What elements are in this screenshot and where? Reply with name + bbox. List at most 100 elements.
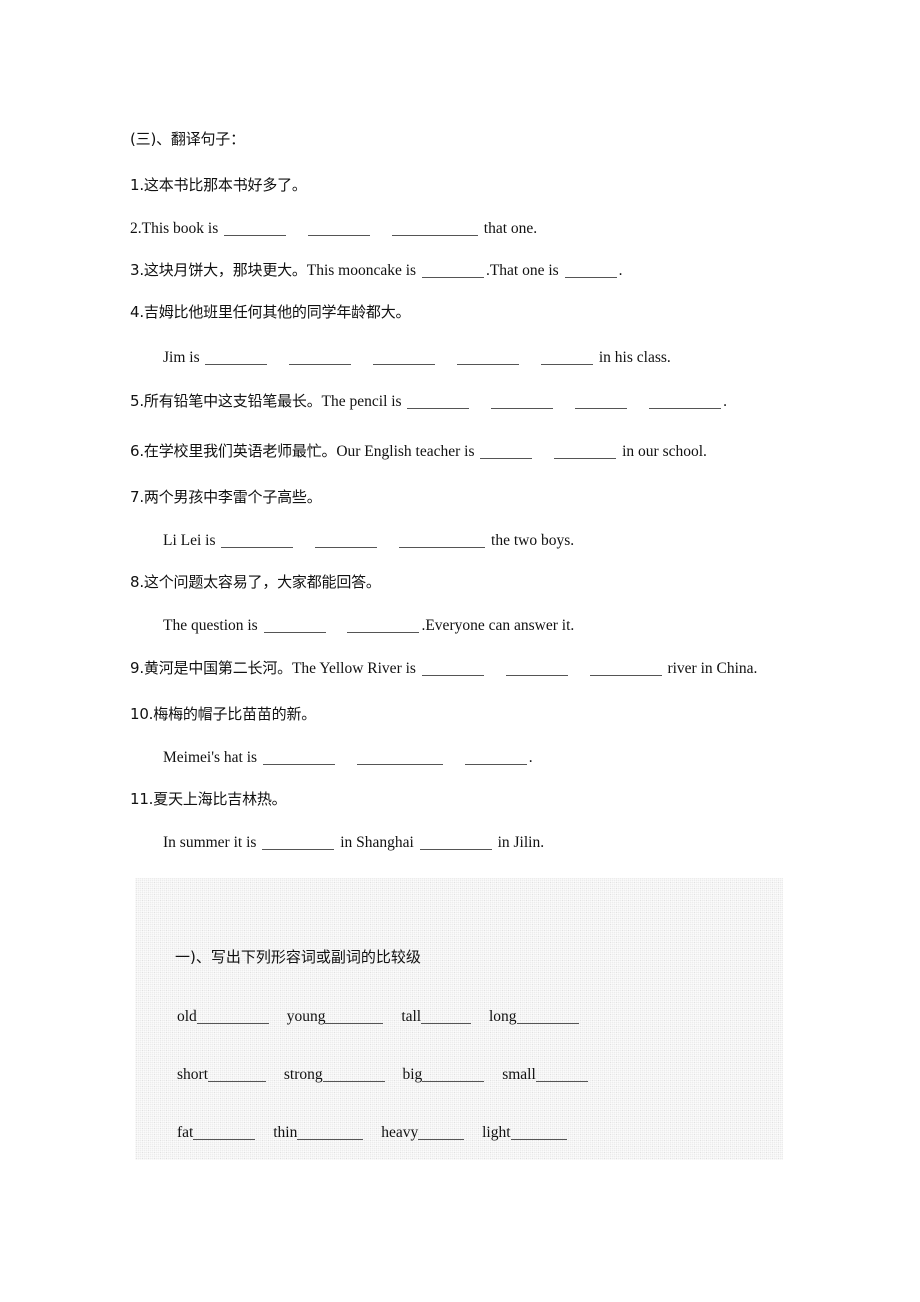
question-9-number: 9. <box>130 658 144 677</box>
question-7-text: 两个男孩中李雷个子高些。 <box>143 488 322 506</box>
blank-field[interactable] <box>575 393 628 409</box>
blank-field[interactable] <box>516 1008 579 1024</box>
blank-field[interactable] <box>464 749 527 765</box>
blank-field[interactable] <box>418 1124 465 1140</box>
question-8-chinese: 8.这个问题太容易了，大家都能回答。 <box>130 575 381 590</box>
blank-field[interactable] <box>221 532 294 548</box>
blank-field[interactable] <box>649 393 722 409</box>
word-label: big <box>402 1066 423 1083</box>
blank-field[interactable] <box>419 834 492 850</box>
blank-field[interactable] <box>263 617 326 633</box>
blank-field[interactable] <box>356 749 443 765</box>
blank-field[interactable] <box>391 220 478 236</box>
question-3-suffix: . <box>618 261 623 279</box>
question-6-chinese: 在学校里我们英语老师最忙。 <box>143 441 337 460</box>
word-label: young <box>286 1008 326 1025</box>
question-8-prefix: The question is <box>163 616 258 634</box>
blank-field[interactable] <box>564 262 617 278</box>
question-7-prefix: Li Lei is <box>163 531 216 549</box>
question-4-chinese: 4.吉姆比他班里任何其他的同学年龄都大。 <box>130 303 411 321</box>
blank-field[interactable] <box>297 1124 364 1140</box>
blank-field[interactable] <box>399 532 486 548</box>
question-6-line: 6.在学校里我们英语老师最忙。Our English teacher is in… <box>130 443 707 459</box>
question-2-prefix: This book is <box>141 219 219 237</box>
question-2-suffix: that one. <box>483 219 538 237</box>
blank-field[interactable] <box>205 349 268 365</box>
question-3-middle: .That one is <box>485 261 559 279</box>
word-label: strong <box>283 1066 323 1083</box>
word-label: thin <box>273 1124 298 1141</box>
blank-field[interactable] <box>407 393 470 409</box>
word-label: heavy <box>381 1124 419 1141</box>
blank-field[interactable] <box>422 1066 485 1082</box>
blank-field[interactable] <box>421 1008 472 1024</box>
question-5-prefix: The pencil is <box>321 392 402 410</box>
question-11-text: 夏天上海比吉林热。 <box>153 790 287 808</box>
question-7-answer-line: Li Lei is the two boys. <box>163 531 574 549</box>
blank-field[interactable] <box>322 1066 385 1082</box>
word-label: short <box>177 1066 208 1083</box>
question-1-chinese: 1.这本书比那本书好多了。 <box>130 178 307 193</box>
blank-field[interactable] <box>554 443 617 459</box>
question-3-number: 3. <box>130 260 144 279</box>
word-label: tall <box>401 1008 422 1025</box>
word-label: old <box>177 1008 197 1025</box>
blank-field[interactable] <box>589 660 662 676</box>
question-10-number: 10. <box>130 705 154 723</box>
question-4-suffix: in his class. <box>598 348 671 366</box>
question-4-text: 吉姆比他班里任何其他的同学年龄都大。 <box>143 303 411 321</box>
blank-field[interactable] <box>510 1124 567 1140</box>
blank-field[interactable] <box>224 220 287 236</box>
question-4-number: 4. <box>130 303 144 321</box>
question-5-line: 5.所有铅笔中这支铅笔最长。The pencil is . <box>130 393 727 409</box>
question-2-number: 2. <box>130 219 142 237</box>
word-label: small <box>502 1066 536 1083</box>
question-6-prefix: Our English teacher is <box>336 442 475 460</box>
word-row: short strong big small <box>177 1066 588 1084</box>
question-1-text: 这本书比那本书好多了。 <box>143 176 307 194</box>
question-10-chinese: 10.梅梅的帽子比苗苗的新。 <box>130 707 316 722</box>
blank-field[interactable] <box>196 1008 269 1024</box>
question-9-suffix: river in China. <box>667 659 758 677</box>
blank-field[interactable] <box>491 393 554 409</box>
word-row: fat thin heavy light <box>177 1124 567 1142</box>
blank-field[interactable] <box>505 660 568 676</box>
blank-field[interactable] <box>308 220 371 236</box>
blank-field[interactable] <box>480 443 533 459</box>
question-1-number: 1. <box>130 176 144 194</box>
question-11-prefix: In summer it is <box>163 833 257 851</box>
blank-field[interactable] <box>208 1066 266 1082</box>
blank-field[interactable] <box>315 532 378 548</box>
question-11-answer-line: In summer it is in Shanghai in Jilin. <box>163 833 545 851</box>
blank-field[interactable] <box>535 1066 588 1082</box>
question-3-chinese: 这块月饼大，那块更大。 <box>143 260 307 279</box>
question-7-number: 7. <box>130 488 144 506</box>
blank-field[interactable] <box>262 834 335 850</box>
question-9-line: 9.黄河是中国第二长河。The Yellow River is river in… <box>130 660 757 676</box>
question-6-number: 6. <box>130 441 144 460</box>
question-5-chinese: 所有铅笔中这支铅笔最长。 <box>143 391 322 410</box>
question-10-suffix: . <box>528 748 533 766</box>
blank-field[interactable] <box>457 349 520 365</box>
blank-field[interactable] <box>193 1124 256 1140</box>
question-11-suffix: in Jilin. <box>497 833 545 851</box>
question-3-prefix: This mooncake is <box>306 261 417 279</box>
word-label: fat <box>177 1124 194 1141</box>
blank-field[interactable] <box>540 349 593 365</box>
blank-field[interactable] <box>421 262 484 278</box>
worksheet-page: (三)、翻译句子： 1.这本书比那本书好多了。 2.This book is t… <box>0 0 920 1302</box>
question-3-line: 3.这块月饼大，那块更大。This mooncake is .That one … <box>130 262 622 278</box>
word-row: old young tall long <box>177 1008 579 1026</box>
blank-field[interactable] <box>325 1008 384 1024</box>
blank-field[interactable] <box>289 349 352 365</box>
question-8-text: 这个问题太容易了，大家都能回答。 <box>143 573 381 591</box>
blank-field[interactable] <box>373 349 436 365</box>
blank-field[interactable] <box>421 660 484 676</box>
question-8-answer-line: The question is .Everyone can answer it. <box>163 616 574 634</box>
blank-field[interactable] <box>347 617 420 633</box>
question-7-chinese: 7.两个男孩中李雷个子高些。 <box>130 490 322 505</box>
blank-field[interactable] <box>262 749 335 765</box>
exercise-box-heading: 一)、写出下列形容词或副词的比较级 <box>175 948 421 966</box>
question-8-number: 8. <box>130 573 144 591</box>
question-6-suffix: in our school. <box>622 442 707 460</box>
